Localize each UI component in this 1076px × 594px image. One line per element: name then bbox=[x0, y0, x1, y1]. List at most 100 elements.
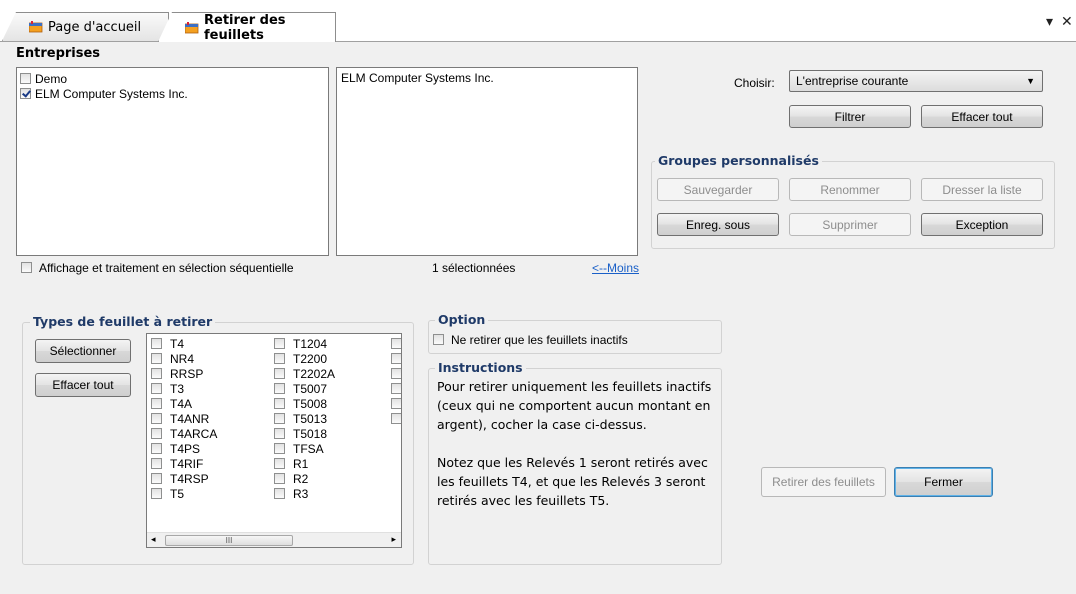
slip-type-checkbox[interactable] bbox=[274, 443, 285, 454]
slip-type-label: RRSP bbox=[170, 366, 204, 381]
company-checkbox[interactable] bbox=[20, 73, 31, 84]
slip-type-checkbox[interactable] bbox=[274, 353, 285, 364]
selected-company-item[interactable]: ELM Computer Systems Inc. bbox=[341, 71, 637, 85]
slip-type-label: T4ANR bbox=[170, 411, 210, 426]
slip-type-item[interactable]: R1 bbox=[274, 456, 335, 471]
clear-slip-types-button[interactable]: Effacer tout bbox=[35, 373, 131, 397]
slip-type-checkbox[interactable] bbox=[274, 338, 285, 349]
company-item[interactable]: ELM Computer Systems Inc. bbox=[20, 86, 328, 101]
slip-type-checkbox[interactable] bbox=[151, 398, 162, 409]
exception-button[interactable]: Exception bbox=[921, 213, 1043, 236]
slip-type-checkbox[interactable] bbox=[274, 398, 285, 409]
close-button[interactable]: Fermer bbox=[894, 467, 993, 497]
select-slip-types-button[interactable]: Sélectionner bbox=[35, 339, 131, 363]
slip-type-checkbox[interactable] bbox=[151, 488, 162, 499]
slip-type-checkbox[interactable] bbox=[391, 338, 401, 349]
slip-type-checkbox[interactable] bbox=[274, 428, 285, 439]
slip-type-label: T4PS bbox=[170, 441, 201, 456]
slip-types-horizontal-scrollbar[interactable]: ◂ III ▸ bbox=[147, 532, 401, 547]
slip-type-item[interactable]: T2200 bbox=[274, 351, 335, 366]
slip-type-item[interactable]: TFSA bbox=[274, 441, 335, 456]
delete-group-button[interactable]: Supprimer bbox=[789, 213, 911, 236]
tab-home[interactable]: Page d'accueil bbox=[2, 12, 169, 41]
company-filter-select[interactable]: L'entreprise courante ▼ bbox=[789, 70, 1043, 92]
slip-type-item[interactable]: T4 bbox=[151, 336, 217, 351]
slip-type-item[interactable]: RRSP bbox=[151, 366, 217, 381]
remove-slips-button[interactable]: Retirer des feuillets bbox=[761, 467, 886, 497]
company-label: ELM Computer Systems Inc. bbox=[35, 86, 188, 101]
slip-type-item[interactable]: T4ANR bbox=[151, 411, 217, 426]
inactive-only-option[interactable]: Ne retirer que les feuillets inactifs bbox=[433, 332, 628, 347]
slip-type-item[interactable]: R3 bbox=[274, 486, 335, 501]
scroll-left-icon[interactable]: ◂ bbox=[151, 534, 156, 545]
sequential-selection-checkbox[interactable] bbox=[21, 262, 32, 273]
scroll-right-icon[interactable]: ▸ bbox=[391, 534, 396, 545]
slip-type-checkbox[interactable] bbox=[151, 473, 162, 484]
slip-type-item[interactable]: R2 bbox=[274, 471, 335, 486]
slip-type-checkbox[interactable] bbox=[151, 353, 162, 364]
slip-type-checkbox[interactable] bbox=[274, 368, 285, 379]
slip-type-item[interactable]: T2202A bbox=[274, 366, 335, 381]
sequential-selection-option[interactable]: Affichage et traitement en sélection séq… bbox=[21, 260, 294, 275]
slip-type-checkbox[interactable] bbox=[391, 413, 401, 424]
slip-type-checkbox[interactable] bbox=[391, 368, 401, 379]
less-link[interactable]: <--Moins bbox=[592, 261, 639, 275]
save-group-button[interactable]: Sauvegarder bbox=[657, 178, 779, 201]
slip-type-item[interactable]: T4PS bbox=[151, 441, 217, 456]
inactive-only-label: Ne retirer que les feuillets inactifs bbox=[451, 332, 628, 347]
selected-companies-list[interactable]: ELM Computer Systems Inc. bbox=[336, 67, 638, 256]
slip-type-checkbox[interactable] bbox=[391, 398, 401, 409]
tab-menu-dropdown-icon[interactable]: ▾ bbox=[1046, 13, 1053, 30]
tab-remove-slips[interactable]: Retirer des feuillets bbox=[158, 12, 336, 42]
filter-button[interactable]: Filtrer bbox=[789, 105, 911, 128]
instructions-paragraph-1: Pour retirer uniquement les feuillets in… bbox=[437, 379, 712, 432]
rename-group-button[interactable]: Renommer bbox=[789, 178, 911, 201]
slip-type-checkbox[interactable] bbox=[151, 338, 162, 349]
slip-type-item[interactable]: T5013 bbox=[274, 411, 335, 426]
slip-type-item[interactable]: T4RIF bbox=[151, 456, 217, 471]
slip-type-item[interactable]: T4ARCA bbox=[151, 426, 217, 441]
companies-checklist[interactable]: Demo ELM Computer Systems Inc. bbox=[16, 67, 329, 256]
slip-type-label: T4A bbox=[170, 396, 193, 411]
sequential-selection-label: Affichage et traitement en sélection séq… bbox=[39, 260, 294, 275]
inactive-only-checkbox[interactable] bbox=[433, 334, 444, 345]
clear-all-companies-button[interactable]: Effacer tout bbox=[921, 105, 1043, 128]
slip-type-item[interactable]: T5008 bbox=[274, 396, 335, 411]
slip-type-checkbox[interactable] bbox=[151, 413, 162, 424]
remove-slips-icon bbox=[185, 21, 199, 34]
list-groups-button[interactable]: Dresser la liste bbox=[921, 178, 1043, 201]
slip-type-checkbox[interactable] bbox=[274, 488, 285, 499]
slip-type-item[interactable]: T1204 bbox=[274, 336, 335, 351]
slip-type-checkbox[interactable] bbox=[151, 383, 162, 394]
slip-type-checkbox[interactable] bbox=[151, 443, 162, 454]
company-checkbox[interactable] bbox=[20, 88, 31, 99]
slip-type-item[interactable]: T5007 bbox=[274, 381, 335, 396]
slip-type-checkbox[interactable] bbox=[151, 368, 162, 379]
companies-heading: Entreprises bbox=[16, 46, 101, 61]
slip-type-item[interactable]: T3 bbox=[151, 381, 217, 396]
slip-type-item[interactable]: T5 bbox=[151, 486, 217, 501]
slip-type-item[interactable]: NR4 bbox=[151, 351, 217, 366]
close-icon[interactable]: ✕ bbox=[1061, 13, 1073, 30]
slip-type-checkbox[interactable] bbox=[274, 458, 285, 469]
slip-type-label: R2 bbox=[293, 471, 309, 486]
slip-type-checkbox[interactable] bbox=[391, 353, 401, 364]
company-item[interactable]: Demo bbox=[20, 71, 328, 86]
slip-type-checkbox[interactable] bbox=[151, 458, 162, 469]
slip-type-item[interactable]: T4A bbox=[151, 396, 217, 411]
slip-type-label: T3 bbox=[170, 381, 185, 396]
slip-type-checkbox[interactable] bbox=[274, 383, 285, 394]
scrollbar-thumb[interactable]: III bbox=[165, 535, 293, 546]
slip-type-label: T2200 bbox=[293, 351, 328, 366]
slip-type-label: NR4 bbox=[170, 351, 195, 366]
slip-type-label: T1204 bbox=[293, 336, 328, 351]
slip-type-checkbox[interactable] bbox=[151, 428, 162, 439]
slip-type-checkbox[interactable] bbox=[391, 383, 401, 394]
slip-types-checklist[interactable]: T4 NR4 RRSP T3 T4A T4ANR T4ARCA T4PS T4RIF T4RSP T… bbox=[146, 333, 402, 548]
save-as-group-button[interactable]: Enreg. sous bbox=[657, 213, 779, 236]
tab-remove-slips-label: Retirer des feuillets bbox=[204, 12, 286, 43]
slip-type-item[interactable]: T5018 bbox=[274, 426, 335, 441]
slip-type-checkbox[interactable] bbox=[274, 473, 285, 484]
slip-type-item[interactable]: T4RSP bbox=[151, 471, 217, 486]
slip-type-checkbox[interactable] bbox=[274, 413, 285, 424]
